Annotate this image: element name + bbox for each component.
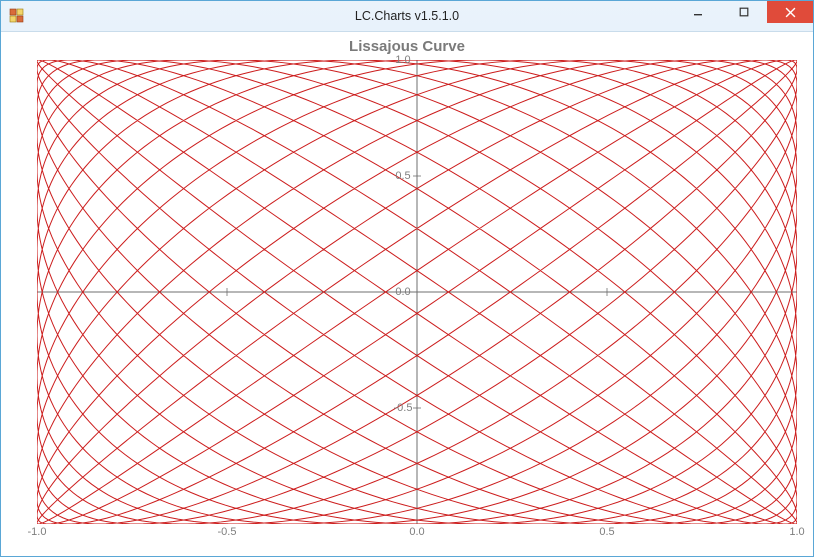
minimize-button[interactable] [675, 1, 721, 23]
y-tick-label: 1.0 [395, 54, 410, 66]
plot-area[interactable]: -0.50.00.51.0 [37, 60, 797, 524]
maximize-button[interactable] [721, 1, 767, 23]
y-tick-label: 0.5 [395, 170, 410, 182]
titlebar[interactable]: LC.Charts v1.5.1.0 [1, 1, 813, 32]
close-button[interactable] [767, 1, 813, 23]
window-buttons [675, 1, 813, 31]
chart-title: Lissajous Curve [9, 38, 805, 55]
client-area: Lissajous Curve -0.5 0.0 0.5 1.0 -1.0 -0.5 0.… [1, 32, 813, 556]
x-tick-label: 0.5 [599, 526, 614, 538]
x-tick-label: 0.0 [409, 526, 424, 538]
app-window: LC.Charts v1.5.1.0 Lissajous Curve -0.5 0… [0, 0, 814, 557]
y-tick-label: 0.0 [395, 286, 410, 298]
chart: Lissajous Curve -0.5 0.0 0.5 1.0 -1.0 -0.5 0.… [9, 38, 805, 548]
y-tick-label: -0.5 [394, 402, 413, 414]
x-tick-label: 1.0 [789, 526, 804, 538]
x-tick-label: -1.0 [28, 526, 47, 538]
x-tick-labels: -1.0-0.50.00.51.0 [37, 526, 797, 542]
x-tick-label: -0.5 [218, 526, 237, 538]
app-icon [9, 8, 25, 24]
